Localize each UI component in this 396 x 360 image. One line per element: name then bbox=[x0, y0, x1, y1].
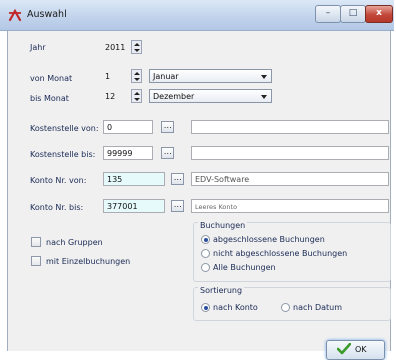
bis-monat-label: bis Monat bbox=[30, 94, 69, 103]
konto-von-input[interactable]: 135 bbox=[103, 172, 165, 186]
minimize-button[interactable]: – bbox=[315, 5, 341, 23]
mit-einzelbuchungen-label[interactable]: mit Einzelbuchungen bbox=[46, 257, 130, 266]
nach-gruppen-checkbox[interactable] bbox=[31, 237, 41, 247]
bis-monat-dropdown[interactable]: Dezember bbox=[149, 89, 272, 103]
nach-gruppen-label[interactable]: nach Gruppen bbox=[46, 238, 103, 247]
maximize-icon: □ bbox=[348, 8, 358, 18]
ok-button[interactable]: OK bbox=[326, 340, 385, 360]
von-monat-name: Januar bbox=[153, 72, 179, 81]
minimize-icon: – bbox=[325, 8, 331, 18]
kostenstelle-bis-label: Kostenstelle bis: bbox=[30, 150, 96, 159]
radio-abgeschlossene[interactable] bbox=[201, 235, 210, 244]
bis-monat-value[interactable]: 12 bbox=[105, 92, 115, 101]
radio-nicht-abgeschlossene[interactable] bbox=[201, 249, 210, 258]
bis-monat-spinner[interactable] bbox=[131, 89, 142, 103]
kostenstelle-von-lookup-button[interactable]: … bbox=[161, 121, 174, 133]
von-monat-dropdown[interactable]: Januar bbox=[149, 69, 272, 83]
app-icon bbox=[8, 8, 22, 22]
kostenstelle-von-label: Kostenstelle von: bbox=[30, 124, 99, 133]
window-title: Auswahl bbox=[27, 9, 67, 20]
radio-nach-datum[interactable] bbox=[281, 303, 290, 312]
radio-alle-buchungen-label[interactable]: Alle Buchungen bbox=[213, 263, 276, 272]
konto-bis-label: Konto Nr. bis: bbox=[30, 203, 84, 212]
bis-monat-name: Dezember bbox=[153, 92, 195, 101]
buchungen-group: Buchungen abgeschlossene Buchungen nicht… bbox=[193, 221, 391, 282]
close-icon: x bbox=[376, 8, 382, 18]
radio-abgeschlossene-label[interactable]: abgeschlossene Buchungen bbox=[213, 235, 325, 244]
auswahl-window: Auswahl – □ x Jahr 2011 von Monat 1 Janu… bbox=[0, 0, 394, 360]
dialog-body: Jahr 2011 von Monat 1 Januar bis Monat 1… bbox=[7, 31, 391, 360]
kostenstelle-bis-input[interactable]: 99999 bbox=[103, 146, 153, 160]
ok-button-label: OK bbox=[355, 345, 367, 354]
kostenstelle-von-name-field[interactable] bbox=[191, 120, 389, 134]
konto-von-label: Konto Nr. von: bbox=[30, 176, 87, 185]
jahr-label: Jahr bbox=[30, 43, 46, 52]
radio-nach-datum-label[interactable]: nach Datum bbox=[293, 303, 342, 312]
chevron-down-icon bbox=[261, 95, 267, 99]
jahr-spinner[interactable] bbox=[131, 40, 142, 54]
kostenstelle-bis-name-field[interactable] bbox=[191, 146, 389, 160]
maximize-button[interactable]: □ bbox=[340, 5, 366, 23]
ellipsis-icon: … bbox=[163, 147, 172, 156]
kostenstelle-von-input[interactable]: 0 bbox=[103, 120, 153, 134]
konto-bis-lookup-button[interactable]: … bbox=[171, 200, 184, 212]
buchungen-group-title: Buchungen bbox=[198, 221, 248, 230]
konto-von-name-field[interactable]: EDV-Software bbox=[191, 172, 389, 186]
konto-von-lookup-button[interactable]: … bbox=[171, 173, 184, 185]
radio-nach-konto-label[interactable]: nach Konto bbox=[213, 303, 258, 312]
checkmark-icon bbox=[337, 343, 351, 355]
radio-alle-buchungen[interactable] bbox=[201, 263, 210, 272]
konto-bis-name-field[interactable]: Leeres Konto bbox=[191, 199, 389, 213]
ellipsis-icon: … bbox=[163, 121, 172, 130]
von-monat-spinner[interactable] bbox=[131, 69, 142, 83]
chevron-down-icon bbox=[261, 75, 267, 79]
sortierung-group-title: Sortierung bbox=[198, 286, 245, 295]
jahr-value[interactable]: 2011 bbox=[105, 43, 125, 52]
ellipsis-icon: … bbox=[173, 200, 182, 209]
radio-nach-konto[interactable] bbox=[201, 303, 210, 312]
konto-bis-input[interactable]: 377001 bbox=[103, 199, 165, 213]
von-monat-label: von Monat bbox=[30, 74, 73, 83]
sortierung-group: Sortierung nach Konto nach Datum bbox=[193, 286, 391, 321]
ellipsis-icon: … bbox=[173, 173, 182, 182]
close-button[interactable]: x bbox=[365, 5, 393, 23]
title-bar[interactable]: Auswahl – □ x bbox=[0, 0, 394, 31]
radio-nicht-abgeschlossene-label[interactable]: nicht abgeschlossene Buchungen bbox=[213, 249, 347, 258]
kostenstelle-bis-lookup-button[interactable]: … bbox=[161, 147, 174, 159]
von-monat-value[interactable]: 1 bbox=[105, 72, 110, 81]
mit-einzelbuchungen-checkbox[interactable] bbox=[31, 256, 41, 266]
